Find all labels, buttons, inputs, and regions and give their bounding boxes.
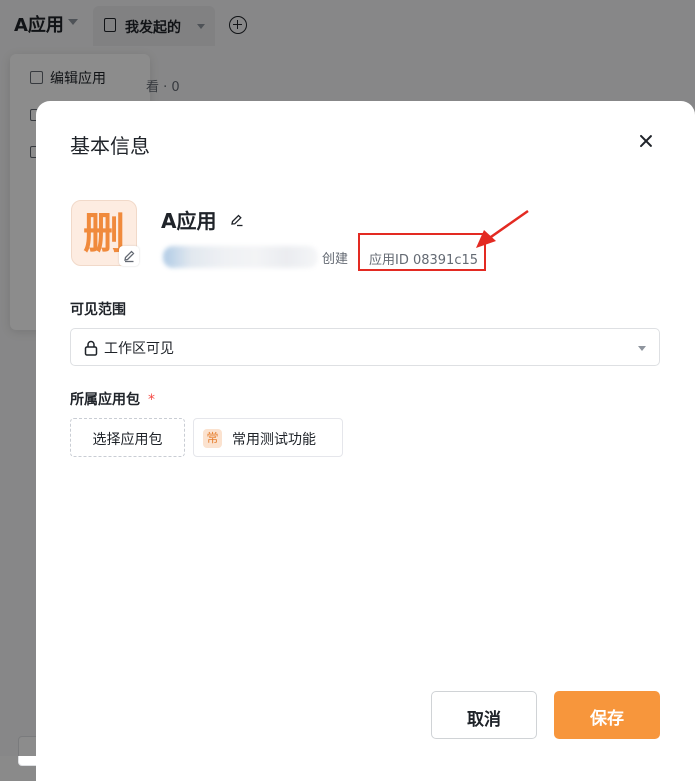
visibility-select[interactable]: 工作区可见: [70, 328, 660, 366]
basic-info-dialog: 基本信息 删 A应用 创建 应用ID 08391c15 可见范围 工作区可见 所…: [36, 101, 695, 781]
chevron-down-icon: [638, 346, 646, 351]
cancel-button[interactable]: 取消: [431, 691, 537, 739]
visibility-value: 工作区可见: [104, 341, 174, 357]
save-button[interactable]: 保存: [554, 691, 660, 739]
cancel-label: 取消: [467, 710, 501, 730]
lock-icon: [84, 340, 98, 356]
save-label: 保存: [590, 709, 624, 729]
required-mark: *: [148, 392, 155, 408]
package-tag-label: 常用测试功能: [232, 432, 316, 448]
package-label: 所属应用包 *: [70, 389, 155, 409]
package-label-text: 所属应用包: [70, 392, 140, 408]
package-icon: 常: [203, 429, 222, 448]
select-package-label: 选择应用包: [92, 432, 163, 448]
visibility-label: 可见范围: [70, 302, 126, 318]
select-package-button[interactable]: 选择应用包: [70, 418, 185, 457]
package-tag[interactable]: 常 常用测试功能: [193, 418, 343, 457]
